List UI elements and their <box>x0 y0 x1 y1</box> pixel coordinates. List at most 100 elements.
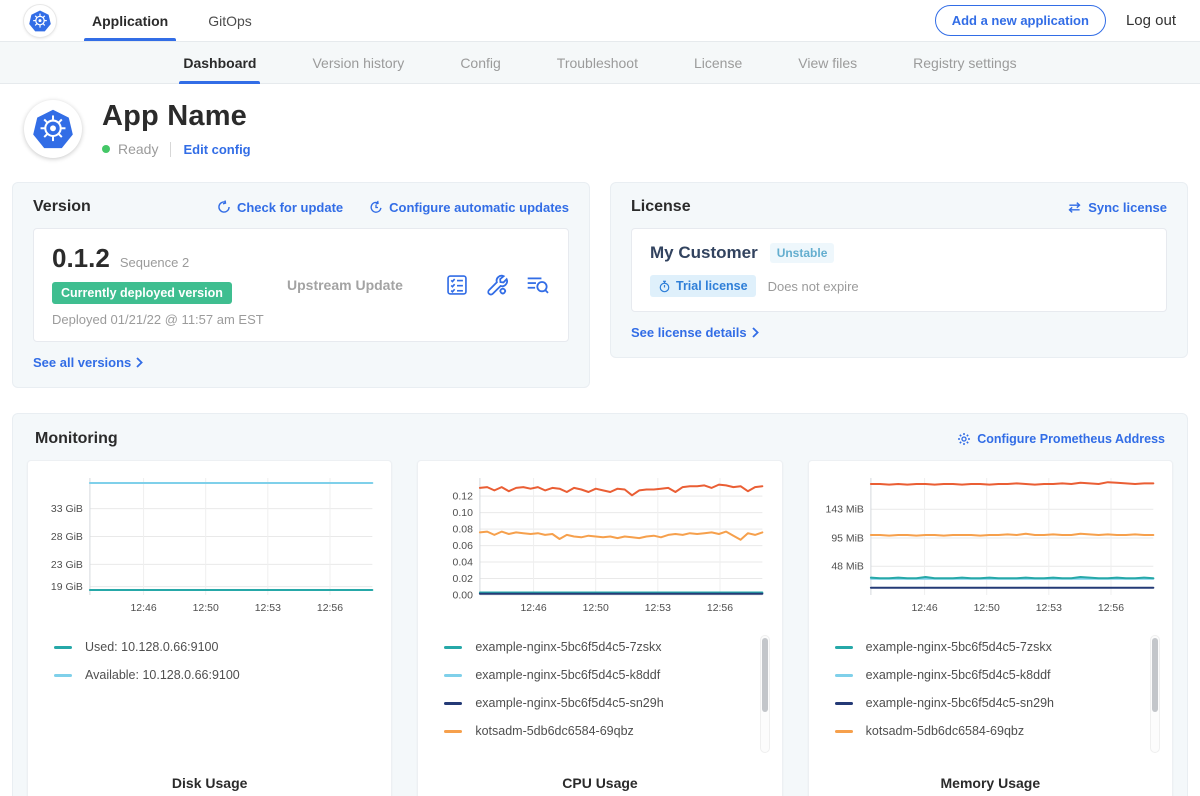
license-card: License Sync license My Customer Unstabl… <box>610 182 1188 358</box>
cpu-usage-chart: 0.000.020.040.060.080.100.1212:4612:5012… <box>430 471 769 623</box>
legend-color-dash <box>444 646 462 649</box>
add-application-button[interactable]: Add a new application <box>935 5 1106 36</box>
disk-usage-legend: Used: 10.128.0.66:9100 Available: 10.128.… <box>40 633 379 775</box>
legend-item: example-nginx-5bc6f5d4c5-7zskx <box>436 633 763 661</box>
subnav-item-troubleshoot[interactable]: Troubleshoot <box>557 42 638 84</box>
svg-text:12:53: 12:53 <box>255 603 281 614</box>
logs-search-icon <box>526 274 550 296</box>
scrollbar-thumb[interactable] <box>1152 638 1158 712</box>
logout-button[interactable]: Log out <box>1126 12 1176 29</box>
app-status: Ready <box>118 141 158 157</box>
svg-text:12:46: 12:46 <box>911 603 937 614</box>
subnav-item-config[interactable]: Config <box>460 42 500 84</box>
monitoring-section: Monitoring Configure Prometheus Address … <box>12 413 1188 796</box>
svg-text:0.02: 0.02 <box>453 574 474 585</box>
memory-usage-chart: 48 MiB95 MiB143 MiB12:4612:5012:5312:56 <box>821 471 1160 623</box>
svg-text:143 MiB: 143 MiB <box>825 505 863 516</box>
disk-usage-chart: 19 GiB23 GiB28 GiB33 GiB12:4612:5012:531… <box>40 471 379 623</box>
configure-prometheus-label: Configure Prometheus Address <box>977 432 1165 446</box>
subnav-item-version-history[interactable]: Version history <box>312 42 404 84</box>
deployed-timestamp: Deployed 01/21/22 @ 11:57 am EST <box>52 312 287 327</box>
legend-scrollbar[interactable] <box>1150 635 1160 753</box>
legend-label: example-nginx-5bc6f5d4c5-sn29h <box>475 696 663 710</box>
license-expiry: Does not expire <box>768 279 859 294</box>
subnav-item-registry-settings[interactable]: Registry settings <box>913 42 1016 84</box>
legend-color-dash <box>835 702 853 705</box>
memory-usage-chart-card: 48 MiB95 MiB143 MiB12:4612:5012:5312:56 … <box>808 460 1173 796</box>
svg-text:33 GiB: 33 GiB <box>51 504 83 515</box>
svg-text:12:53: 12:53 <box>645 603 671 614</box>
subnav-item-dashboard[interactable]: Dashboard <box>183 42 256 84</box>
top-nav-tabs: Application GitOps <box>90 0 290 41</box>
legend-color-dash <box>835 646 853 649</box>
legend-label: Used: 10.128.0.66:9100 <box>85 640 218 654</box>
trial-license-badge: Trial license <box>650 275 756 297</box>
view-config-button[interactable] <box>486 274 508 296</box>
sync-license-link[interactable]: Sync license <box>1067 200 1167 215</box>
legend-label: example-nginx-5bc6f5d4c5-k8ddf <box>866 668 1051 682</box>
deploy-logs-button[interactable] <box>526 274 550 296</box>
legend-color-dash <box>444 702 462 705</box>
legend-color-dash <box>444 730 462 733</box>
see-license-details-link[interactable]: See license details <box>631 325 759 340</box>
svg-text:19 GiB: 19 GiB <box>51 582 83 593</box>
legend-item: example-nginx-5bc6f5d4c5-k8ddf <box>827 661 1154 689</box>
version-source: Upstream Update <box>287 277 403 293</box>
legend-color-dash <box>835 674 853 677</box>
configure-auto-updates-label: Configure automatic updates <box>389 200 569 215</box>
page-title: App Name <box>102 100 251 133</box>
divider <box>170 142 171 157</box>
disk-usage-chart-card: 19 GiB23 GiB28 GiB33 GiB12:4612:5012:531… <box>27 460 392 796</box>
sync-license-label: Sync license <box>1088 200 1167 215</box>
legend-color-dash <box>54 674 72 677</box>
svg-text:12:56: 12:56 <box>707 603 733 614</box>
legend-item: example-nginx-5bc6f5d4c5-sn29h <box>436 689 763 717</box>
legend-color-dash <box>54 646 72 649</box>
configure-prometheus-link[interactable]: Configure Prometheus Address <box>957 432 1165 446</box>
preflight-checks-button[interactable] <box>446 274 468 296</box>
chevron-right-icon <box>136 357 143 368</box>
svg-text:0.06: 0.06 <box>453 541 474 552</box>
check-for-update-link[interactable]: Check for update <box>217 200 343 215</box>
cpu-usage-legend: example-nginx-5bc6f5d4c5-7zskx example-ng… <box>430 633 769 775</box>
tab-gitops-label: GitOps <box>208 13 252 29</box>
cpu-usage-chart-card: 0.000.020.040.060.080.100.1212:4612:5012… <box>417 460 782 796</box>
see-license-details-label: See license details <box>631 325 747 340</box>
tab-application[interactable]: Application <box>90 0 170 41</box>
svg-text:0.12: 0.12 <box>453 492 474 503</box>
see-all-versions-label: See all versions <box>33 355 131 370</box>
tab-gitops[interactable]: GitOps <box>206 0 254 41</box>
subnav-item-view-files[interactable]: View files <box>798 42 857 84</box>
edit-config-link[interactable]: Edit config <box>183 142 250 157</box>
subnav-item-license[interactable]: License <box>694 42 742 84</box>
configure-auto-updates-link[interactable]: Configure automatic updates <box>369 200 569 215</box>
legend-label: Available: 10.128.0.66:9100 <box>85 668 240 682</box>
version-card-title: Version <box>33 198 91 216</box>
checklist-icon <box>446 274 468 296</box>
chart-title: Disk Usage <box>40 775 379 791</box>
legend-scrollbar[interactable] <box>760 635 770 753</box>
legend-item: Used: 10.128.0.66:9100 <box>46 633 373 661</box>
svg-text:0.00: 0.00 <box>453 590 474 601</box>
see-all-versions-link[interactable]: See all versions <box>33 355 143 370</box>
svg-text:12:53: 12:53 <box>1035 603 1061 614</box>
top-nav: Application GitOps Add a new application… <box>0 0 1200 42</box>
legend-item: kotsadm-5db6dc6584-69qbz <box>436 717 763 745</box>
gear-icon <box>957 432 971 446</box>
kubernetes-logo[interactable] <box>24 5 56 37</box>
legend-item: Available: 10.128.0.66:9100 <box>46 661 373 689</box>
svg-text:12:50: 12:50 <box>583 603 609 614</box>
memory-usage-legend: example-nginx-5bc6f5d4c5-7zskxexample-ng… <box>821 633 1160 775</box>
svg-text:12:50: 12:50 <box>973 603 999 614</box>
scrollbar-thumb[interactable] <box>762 638 768 712</box>
svg-text:12:50: 12:50 <box>193 603 219 614</box>
legend-color-dash <box>444 674 462 677</box>
stopwatch-icon <box>658 280 671 293</box>
svg-text:95 MiB: 95 MiB <box>831 533 864 544</box>
chevron-right-icon <box>752 327 759 338</box>
version-number: 0.1.2 <box>52 243 110 274</box>
customer-name: My Customer <box>650 243 758 263</box>
svg-text:28 GiB: 28 GiB <box>51 532 83 543</box>
license-summary-row: My Customer Unstable Trial license Does … <box>631 228 1167 312</box>
legend-item: kotsadm-5db6dc6584-69qbz <box>827 717 1154 745</box>
